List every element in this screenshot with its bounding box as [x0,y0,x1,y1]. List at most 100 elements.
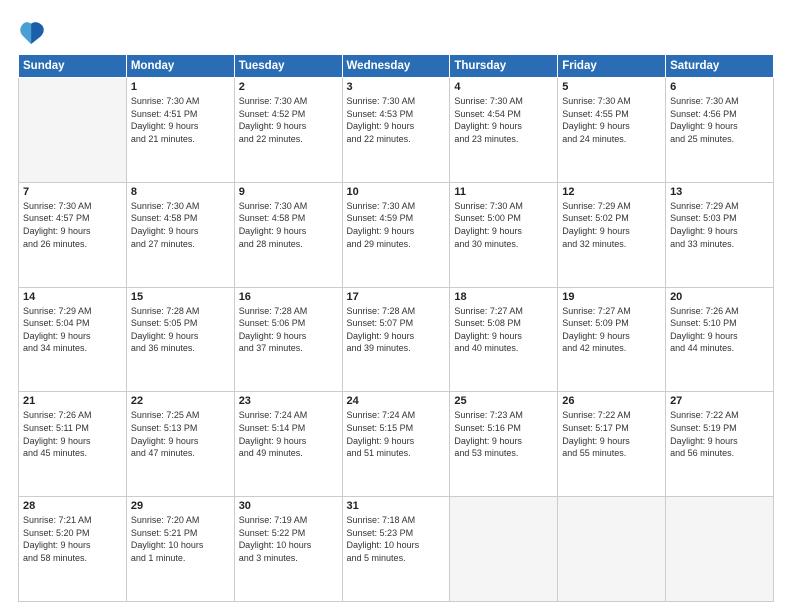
day-info: Sunrise: 7:22 AM Sunset: 5:17 PM Dayligh… [562,409,661,459]
calendar-cell: 3 Sunrise: 7:30 AM Sunset: 4:53 PM Daylig… [342,78,450,183]
calendar-cell: 28Sunrise: 7:21 AM Sunset: 5:20 PM Dayli… [19,497,127,602]
day-number: 12 [562,186,661,198]
col-header-monday: Monday [126,55,234,78]
calendar-cell: 7 Sunrise: 7:30 AM Sunset: 4:57 PM Daylig… [19,182,127,287]
calendar-table: SundayMondayTuesdayWednesdayThursdayFrid… [18,54,774,602]
week-row-1: 1 Sunrise: 7:30 AM Sunset: 4:51 PM Daylig… [19,78,774,183]
calendar-cell: 13 Sunrise: 7:29 AM Sunset: 5:03 PM Dayli… [666,182,774,287]
day-number: 2 [239,81,338,93]
calendar-cell: 26 Sunrise: 7:22 AM Sunset: 5:17 PM Dayli… [558,392,666,497]
calendar-cell: 16 Sunrise: 7:28 AM Sunset: 5:06 PM Dayli… [234,287,342,392]
day-number: 5 [562,81,661,93]
day-info: Sunrise: 7:28 AM Sunset: 5:06 PM Dayligh… [239,305,338,355]
calendar-cell: 14Sunrise: 7:29 AM Sunset: 5:04 PM Dayli… [19,287,127,392]
calendar-cell: 9 Sunrise: 7:30 AM Sunset: 4:58 PM Daylig… [234,182,342,287]
col-header-tuesday: Tuesday [234,55,342,78]
calendar-cell: 23 Sunrise: 7:24 AM Sunset: 5:14 PM Dayli… [234,392,342,497]
day-info: Sunrise: 7:24 AM Sunset: 5:15 PM Dayligh… [347,409,446,459]
day-number: 27 [670,395,769,407]
day-info: Sunrise: 7:26 AM Sunset: 5:11 PM Dayligh… [23,409,122,459]
day-info: Sunrise: 7:27 AM Sunset: 5:08 PM Dayligh… [454,305,553,355]
calendar-cell: 24 Sunrise: 7:24 AM Sunset: 5:15 PM Dayli… [342,392,450,497]
day-number: 31 [347,500,446,512]
day-number: 4 [454,81,553,93]
day-info: Sunrise: 7:30 AM Sunset: 4:55 PM Dayligh… [562,95,661,145]
calendar-cell: 8 Sunrise: 7:30 AM Sunset: 4:58 PM Daylig… [126,182,234,287]
day-info: Sunrise: 7:25 AM Sunset: 5:13 PM Dayligh… [131,409,230,459]
day-number: 11 [454,186,553,198]
logo [18,18,50,46]
day-number: 25 [454,395,553,407]
day-info: Sunrise: 7:29 AM Sunset: 5:03 PM Dayligh… [670,200,769,250]
col-header-sunday: Sunday [19,55,127,78]
day-info: Sunrise: 7:28 AM Sunset: 5:07 PM Dayligh… [347,305,446,355]
calendar-cell [666,497,774,602]
day-info: Sunrise: 7:23 AM Sunset: 5:16 PM Dayligh… [454,409,553,459]
page: SundayMondayTuesdayWednesdayThursdayFrid… [0,0,792,612]
day-number: 7 [23,186,122,198]
day-number: 3 [347,81,446,93]
day-number: 6 [670,81,769,93]
col-header-saturday: Saturday [666,55,774,78]
day-info: Sunrise: 7:19 AM Sunset: 5:22 PM Dayligh… [239,514,338,564]
day-info: Sunrise: 7:30 AM Sunset: 4:56 PM Dayligh… [670,95,769,145]
day-info: Sunrise: 7:30 AM Sunset: 4:58 PM Dayligh… [239,200,338,250]
day-info: Sunrise: 7:30 AM Sunset: 4:51 PM Dayligh… [131,95,230,145]
day-number: 17 [347,291,446,303]
day-info: Sunrise: 7:27 AM Sunset: 5:09 PM Dayligh… [562,305,661,355]
week-row-5: 28Sunrise: 7:21 AM Sunset: 5:20 PM Dayli… [19,497,774,602]
calendar-cell [19,78,127,183]
calendar-cell: 31 Sunrise: 7:18 AM Sunset: 5:23 PM Dayli… [342,497,450,602]
calendar-cell: 29 Sunrise: 7:20 AM Sunset: 5:21 PM Dayli… [126,497,234,602]
week-row-3: 14Sunrise: 7:29 AM Sunset: 5:04 PM Dayli… [19,287,774,392]
calendar-cell: 5 Sunrise: 7:30 AM Sunset: 4:55 PM Daylig… [558,78,666,183]
calendar-cell: 12Sunrise: 7:29 AM Sunset: 5:02 PM Dayli… [558,182,666,287]
col-header-wednesday: Wednesday [342,55,450,78]
calendar-cell: 11 Sunrise: 7:30 AM Sunset: 5:00 PM Dayli… [450,182,558,287]
calendar-cell: 10Sunrise: 7:30 AM Sunset: 4:59 PM Dayli… [342,182,450,287]
day-number: 26 [562,395,661,407]
day-info: Sunrise: 7:30 AM Sunset: 4:58 PM Dayligh… [131,200,230,250]
calendar-cell: 17 Sunrise: 7:28 AM Sunset: 5:07 PM Dayli… [342,287,450,392]
day-info: Sunrise: 7:18 AM Sunset: 5:23 PM Dayligh… [347,514,446,564]
day-info: Sunrise: 7:26 AM Sunset: 5:10 PM Dayligh… [670,305,769,355]
day-info: Sunrise: 7:29 AM Sunset: 5:04 PM Dayligh… [23,305,122,355]
day-info: Sunrise: 7:30 AM Sunset: 4:54 PM Dayligh… [454,95,553,145]
day-number: 15 [131,291,230,303]
calendar-cell [450,497,558,602]
calendar-cell: 15 Sunrise: 7:28 AM Sunset: 5:05 PM Dayli… [126,287,234,392]
day-info: Sunrise: 7:30 AM Sunset: 4:57 PM Dayligh… [23,200,122,250]
day-number: 13 [670,186,769,198]
day-info: Sunrise: 7:28 AM Sunset: 5:05 PM Dayligh… [131,305,230,355]
day-number: 9 [239,186,338,198]
calendar-cell: 30Sunrise: 7:19 AM Sunset: 5:22 PM Dayli… [234,497,342,602]
day-number: 16 [239,291,338,303]
day-info: Sunrise: 7:30 AM Sunset: 4:52 PM Dayligh… [239,95,338,145]
calendar-cell: 19 Sunrise: 7:27 AM Sunset: 5:09 PM Dayli… [558,287,666,392]
day-info: Sunrise: 7:21 AM Sunset: 5:20 PM Dayligh… [23,514,122,564]
day-number: 8 [131,186,230,198]
day-number: 23 [239,395,338,407]
day-info: Sunrise: 7:30 AM Sunset: 4:53 PM Dayligh… [347,95,446,145]
day-number: 19 [562,291,661,303]
day-info: Sunrise: 7:30 AM Sunset: 4:59 PM Dayligh… [347,200,446,250]
day-number: 1 [131,81,230,93]
logo-icon [18,18,46,46]
col-header-friday: Friday [558,55,666,78]
day-info: Sunrise: 7:22 AM Sunset: 5:19 PM Dayligh… [670,409,769,459]
week-row-4: 21 Sunrise: 7:26 AM Sunset: 5:11 PM Dayli… [19,392,774,497]
calendar-cell: 25 Sunrise: 7:23 AM Sunset: 5:16 PM Dayli… [450,392,558,497]
day-info: Sunrise: 7:30 AM Sunset: 5:00 PM Dayligh… [454,200,553,250]
day-number: 24 [347,395,446,407]
day-number: 21 [23,395,122,407]
day-number: 22 [131,395,230,407]
calendar-cell: 6 Sunrise: 7:30 AM Sunset: 4:56 PM Daylig… [666,78,774,183]
calendar-cell [558,497,666,602]
day-info: Sunrise: 7:24 AM Sunset: 5:14 PM Dayligh… [239,409,338,459]
calendar-cell: 27 Sunrise: 7:22 AM Sunset: 5:19 PM Dayli… [666,392,774,497]
week-row-2: 7 Sunrise: 7:30 AM Sunset: 4:57 PM Daylig… [19,182,774,287]
day-number: 29 [131,500,230,512]
calendar-cell: 22 Sunrise: 7:25 AM Sunset: 5:13 PM Dayli… [126,392,234,497]
header [18,18,774,46]
day-info: Sunrise: 7:20 AM Sunset: 5:21 PM Dayligh… [131,514,230,564]
